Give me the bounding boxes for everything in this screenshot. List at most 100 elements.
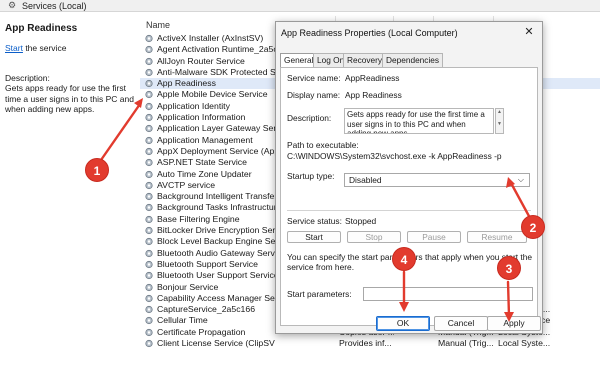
service-name-cell: Application Identity <box>157 100 230 111</box>
description-textbox[interactable]: Gets apps ready for use the first time a… <box>344 108 494 134</box>
properties-dialog: App Readiness Properties (Local Computer… <box>275 21 543 334</box>
service-name-cell: Bluetooth Audio Gateway Service <box>157 247 275 258</box>
service-gear-icon <box>144 294 154 303</box>
service-description-panel: App Readiness Start the service Descript… <box>0 12 138 385</box>
resume-button[interactable]: Resume <box>467 231 527 243</box>
start-service-suffix: the service <box>22 43 67 53</box>
service-name-cell: Anti-Malware SDK Protected Service <box>157 66 275 77</box>
tab-recovery[interactable]: Recovery <box>343 53 387 67</box>
start-parameters-input[interactable] <box>363 287 533 301</box>
step-badge-4: 4 <box>392 247 416 271</box>
service-gear-icon <box>144 237 154 246</box>
service-name-cell: CaptureService_2a5c166 <box>157 304 256 315</box>
divider <box>287 210 531 211</box>
service-name-cell: AppX Deployment Service (AppXSVC) <box>157 145 275 156</box>
pause-button[interactable]: Pause <box>407 231 461 243</box>
service-name-cell: Apple Mobile Device Service <box>157 89 268 100</box>
service-row[interactable]: Client License Service (ClipSVC) Provides… <box>140 338 600 349</box>
service-name-cell: AVCTP service <box>157 179 216 190</box>
service-name-cell: Bonjour Service <box>157 281 219 292</box>
service-name-cell: Client License Service (ClipSVC) <box>157 338 275 349</box>
service-name-value: AppReadiness <box>345 73 400 83</box>
gear-icon: ⚙ <box>8 0 17 10</box>
service-description-cell: Provides inf... <box>339 338 392 349</box>
service-gear-icon <box>144 203 154 212</box>
service-gear-icon <box>144 124 154 133</box>
step-badge-2: 2 <box>521 215 545 239</box>
services-window-header: ⚙ Services (Local) <box>0 0 600 12</box>
start-service-line: Start the service <box>5 43 66 53</box>
service-name-cell: Background Tasks Infrastructure Service <box>157 202 275 213</box>
close-icon[interactable]: ✕ <box>522 25 536 39</box>
start-parameters-label: Start parameters: <box>287 289 352 299</box>
service-name-cell: Certificate Propagation <box>157 326 246 337</box>
description-text: Gets apps ready for use the first time a… <box>5 83 134 114</box>
service-name-cell: Bluetooth Support Service <box>157 258 258 269</box>
service-gear-icon <box>144 147 154 156</box>
service-name-cell: ASP.NET State Service <box>157 157 247 168</box>
service-name-cell: Cellular Time <box>157 315 208 326</box>
service-logon-cell: Local Syste... <box>498 338 551 349</box>
service-startup-cell: Manual (Trig... <box>438 338 494 349</box>
service-name-cell: Application Layer Gateway Service <box>157 123 275 134</box>
service-name-label: Service name: <box>287 73 341 83</box>
service-status-value: Stopped <box>345 216 377 226</box>
service-gear-icon <box>144 249 154 258</box>
service-gear-icon <box>144 90 154 99</box>
stop-button[interactable]: Stop <box>347 231 401 243</box>
service-gear-icon <box>144 283 154 292</box>
description-scrollbar[interactable]: ▲ ▼ <box>495 108 504 134</box>
service-gear-icon <box>144 316 154 325</box>
apply-button[interactable]: Apply <box>487 316 541 331</box>
service-name-cell: Capability Access Manager Service <box>157 292 275 303</box>
service-name-cell: Application Information <box>157 112 246 123</box>
cancel-button[interactable]: Cancel <box>434 316 488 331</box>
service-gear-icon <box>144 79 154 88</box>
service-gear-icon <box>144 215 154 224</box>
service-name-cell: Agent Activation Runtime_2a5c166 <box>157 44 275 55</box>
start-button[interactable]: Start <box>287 231 341 243</box>
service-gear-icon <box>144 226 154 235</box>
service-gear-icon <box>144 271 154 280</box>
startup-type-value: Disabled <box>349 175 382 185</box>
startup-type-select[interactable]: Disabled ⌵ <box>344 173 530 187</box>
description-label: Description: <box>5 73 50 83</box>
tab-dependencies[interactable]: Dependencies <box>382 53 444 67</box>
service-gear-icon <box>144 192 154 201</box>
display-name-value: App Readiness <box>345 90 402 100</box>
service-name-cell: App Readiness <box>157 78 216 89</box>
services-window-title: Services (Local) <box>22 1 87 11</box>
service-name-cell: Background Intelligent Transfer Service <box>157 191 275 202</box>
step-badge-3: 3 <box>497 256 521 280</box>
service-name-cell: BitLocker Drive Encryption Service <box>157 225 275 236</box>
path-value: C:\WINDOWS\System32\svchost.exe -k AppRe… <box>287 151 502 161</box>
step-badge-1: 1 <box>85 158 109 182</box>
ok-button[interactable]: OK <box>376 316 430 331</box>
service-gear-icon <box>144 260 154 269</box>
service-gear-icon <box>144 158 154 167</box>
selected-service-title: App Readiness <box>5 23 78 34</box>
display-name-label: Display name: <box>287 90 341 100</box>
path-label: Path to executable: <box>287 140 359 150</box>
service-gear-icon <box>144 57 154 66</box>
service-name-cell: Bluetooth User Support Service_2a5c166 <box>157 270 275 281</box>
service-status-label: Service status: <box>287 216 342 226</box>
general-tab-panel: Service name: AppReadiness Display name:… <box>280 67 538 326</box>
tab-general[interactable]: General <box>280 53 318 68</box>
service-name-cell: Block Level Backup Engine Service <box>157 236 275 247</box>
chevron-down-icon: ⌵ <box>517 175 524 184</box>
service-gear-icon <box>144 339 154 348</box>
service-name-cell: AllJoyn Router Service <box>157 55 245 66</box>
service-gear-icon <box>144 45 154 54</box>
service-gear-icon <box>144 113 154 122</box>
service-name-cell: Application Management <box>157 134 253 145</box>
service-gear-icon <box>144 34 154 43</box>
service-gear-icon <box>144 102 154 111</box>
service-name-cell: Base Filtering Engine <box>157 213 240 224</box>
service-name-cell: ActiveX Installer (AxInstSV) <box>157 33 264 43</box>
service-gear-icon <box>144 305 154 314</box>
service-gear-icon <box>144 170 154 179</box>
service-gear-icon <box>144 136 154 145</box>
service-gear-icon <box>144 328 154 337</box>
start-service-link[interactable]: Start <box>5 43 23 53</box>
